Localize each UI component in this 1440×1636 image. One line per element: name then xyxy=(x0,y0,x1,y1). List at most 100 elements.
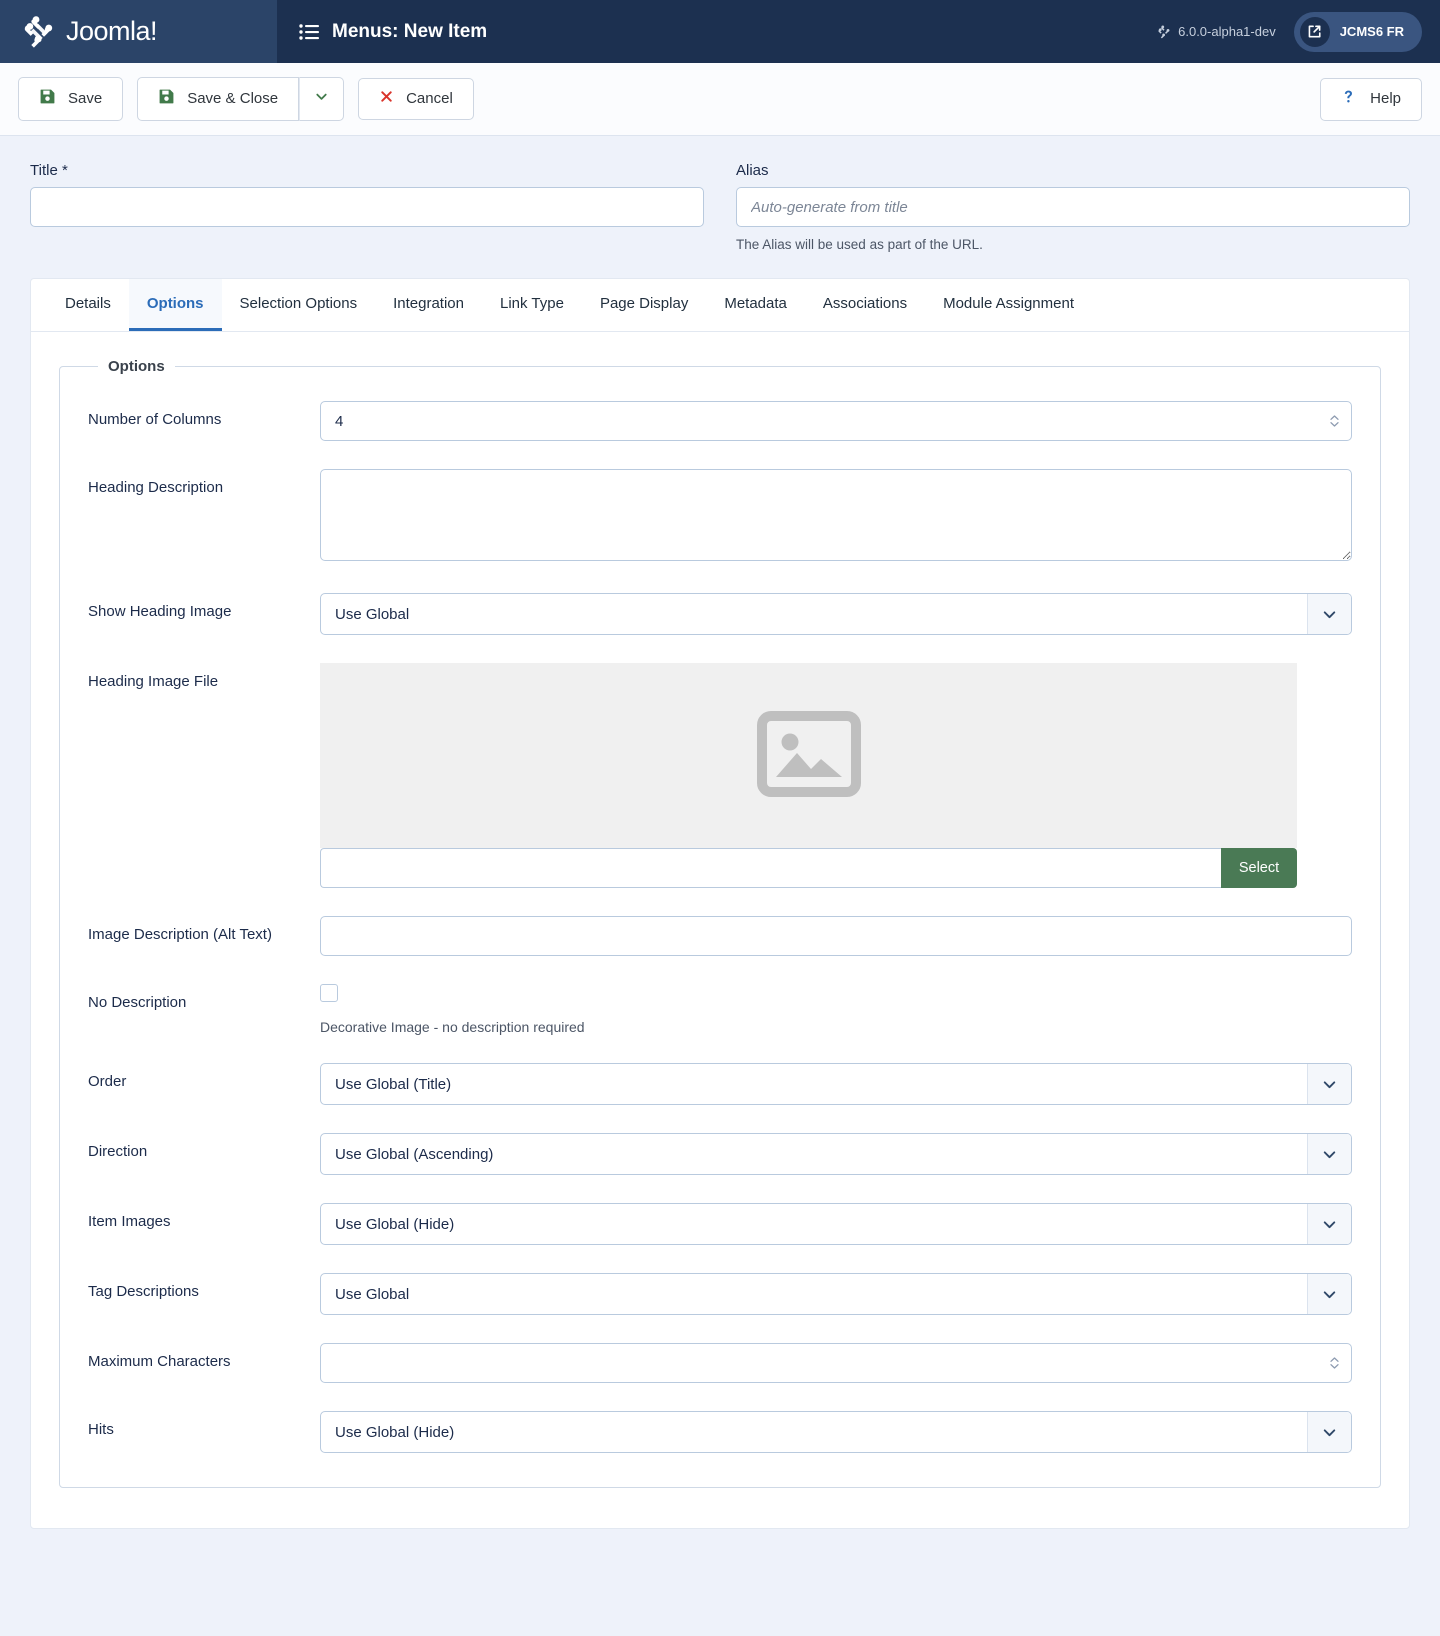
number-stepper-icon[interactable] xyxy=(1329,1355,1340,1371)
chevron-down-icon xyxy=(1307,1064,1351,1104)
title-label: Title * xyxy=(30,162,68,179)
direction-select[interactable]: Use Global (Ascending) xyxy=(320,1133,1352,1175)
version-label: 6.0.0-alpha1-dev xyxy=(1178,24,1276,39)
question-mark-icon xyxy=(1341,89,1356,110)
tag-descriptions-select[interactable]: Use Global xyxy=(320,1273,1352,1315)
editor-card: Details Options Selection Options Integr… xyxy=(30,278,1410,1529)
page-title: Menus: New Item xyxy=(332,20,488,42)
media-preview[interactable] xyxy=(320,663,1297,848)
heading-image-file-label: Heading Image File xyxy=(88,673,219,690)
tab-metadata[interactable]: Metadata xyxy=(706,279,805,331)
hits-select[interactable]: Use Global (Hide) xyxy=(320,1411,1352,1453)
media-input-bar: Select xyxy=(320,848,1297,888)
select-image-button[interactable]: Select xyxy=(1221,848,1297,888)
field-row-no-description: No Description Decorative Image - no des… xyxy=(88,984,1352,1035)
help-button[interactable]: Help xyxy=(1320,77,1422,121)
save-label: Save xyxy=(68,90,103,107)
close-icon xyxy=(379,89,394,109)
number-of-columns-label: Number of Columns xyxy=(88,411,222,428)
field-row-hits: Hits Use Global (Hide) xyxy=(88,1411,1352,1453)
heading-image-file-input[interactable] xyxy=(320,848,1221,888)
heading-description-textarea[interactable] xyxy=(320,469,1352,561)
tab-details[interactable]: Details xyxy=(47,279,129,331)
tag-descriptions-value: Use Global xyxy=(335,1285,410,1303)
tab-selection-options[interactable]: Selection Options xyxy=(222,279,376,331)
alias-input[interactable] xyxy=(736,187,1410,227)
maximum-characters-input[interactable] xyxy=(320,1343,1352,1383)
menu-list-icon xyxy=(299,23,319,40)
heading-description-control xyxy=(320,469,1352,565)
image-description-label: Image Description (Alt Text) xyxy=(88,926,272,943)
direction-label: Direction xyxy=(88,1143,148,1160)
version-indicator: 6.0.0-alpha1-dev xyxy=(1157,24,1276,39)
order-control: Use Global (Title) xyxy=(320,1063,1352,1105)
alias-field-group: Alias The Alias will be used as part of … xyxy=(736,162,1410,252)
chevron-down-icon xyxy=(1307,594,1351,634)
image-description-control xyxy=(320,916,1352,956)
number-of-columns-input[interactable] xyxy=(320,401,1352,441)
image-placeholder-icon xyxy=(756,710,861,801)
alias-help-text: The Alias will be used as part of the UR… xyxy=(736,237,983,252)
top-bar: Joomla! Menus: New Item 6.0.0-alpha1-dev xyxy=(0,0,1440,63)
save-button[interactable]: Save xyxy=(18,77,124,121)
no-description-checkbox[interactable] xyxy=(320,984,338,1002)
item-images-control: Use Global (Hide) xyxy=(320,1203,1352,1245)
field-row-direction: Direction Use Global (Ascending) xyxy=(88,1133,1352,1175)
field-row-image-description: Image Description (Alt Text) xyxy=(88,916,1352,956)
title-field-group: Title * xyxy=(30,162,704,252)
hits-value: Use Global (Hide) xyxy=(335,1423,455,1441)
order-value: Use Global (Title) xyxy=(335,1075,452,1093)
brand-logo[interactable]: Joomla! xyxy=(0,0,277,63)
maximum-characters-control xyxy=(320,1343,1352,1383)
image-description-input[interactable] xyxy=(320,916,1352,956)
page-title-group: Menus: New Item xyxy=(277,0,487,63)
chevron-down-icon xyxy=(1307,1134,1351,1174)
save-close-group: Save & Close xyxy=(137,77,345,121)
title-input[interactable] xyxy=(30,187,704,227)
show-heading-image-select[interactable]: Use Global xyxy=(320,593,1352,635)
options-legend: Options xyxy=(108,358,165,375)
joomla-logo-icon xyxy=(24,15,53,48)
cancel-button[interactable]: Cancel xyxy=(358,78,474,120)
no-description-help-text: Decorative Image - no description requir… xyxy=(320,1019,585,1035)
media-picker: Select xyxy=(320,663,1297,888)
no-description-control: Decorative Image - no description requir… xyxy=(320,984,1352,1035)
options-panel: Options Number of Columns Heading Descri xyxy=(31,332,1409,1528)
tab-options[interactable]: Options xyxy=(128,279,222,331)
chevron-down-icon xyxy=(1307,1274,1351,1314)
field-row-heading-image-file: Heading Image File Select xyxy=(88,663,1352,888)
tab-associations[interactable]: Associations xyxy=(805,279,925,331)
item-images-select[interactable]: Use Global (Hide) xyxy=(320,1203,1352,1245)
hits-control: Use Global (Hide) xyxy=(320,1411,1352,1453)
action-toolbar: Save Save & Close Cancel Help xyxy=(0,63,1440,136)
direction-control: Use Global (Ascending) xyxy=(320,1133,1352,1175)
tag-descriptions-control: Use Global xyxy=(320,1273,1352,1315)
tab-integration[interactable]: Integration xyxy=(375,279,482,331)
save-dropdown-toggle[interactable] xyxy=(299,77,345,121)
hits-label: Hits xyxy=(88,1421,114,1438)
field-row-maximum-characters: Maximum Characters xyxy=(88,1343,1352,1383)
alias-label: Alias xyxy=(736,162,769,179)
save-icon xyxy=(158,88,175,110)
field-row-order: Order Use Global (Title) xyxy=(88,1063,1352,1105)
field-row-tag-descriptions: Tag Descriptions Use Global xyxy=(88,1273,1352,1315)
chevron-down-icon xyxy=(1307,1204,1351,1244)
site-preview-button[interactable]: JCMS6 FR xyxy=(1293,11,1422,52)
heading-description-label: Heading Description xyxy=(88,479,224,496)
order-select[interactable]: Use Global (Title) xyxy=(320,1063,1352,1105)
number-of-columns-control xyxy=(320,401,1352,441)
tag-descriptions-label: Tag Descriptions xyxy=(88,1283,199,1300)
tab-page-display[interactable]: Page Display xyxy=(582,279,706,331)
number-stepper-icon[interactable] xyxy=(1329,413,1340,429)
tab-module-assignment[interactable]: Module Assignment xyxy=(925,279,1092,331)
chevron-down-icon xyxy=(314,89,329,109)
tab-link-type[interactable]: Link Type xyxy=(482,279,582,331)
field-row-heading-description: Heading Description xyxy=(88,469,1352,565)
maximum-characters-label: Maximum Characters xyxy=(88,1353,231,1370)
show-heading-image-value: Use Global xyxy=(335,605,410,623)
save-and-close-button[interactable]: Save & Close xyxy=(137,77,300,121)
no-description-label: No Description xyxy=(88,994,187,1011)
item-images-label: Item Images xyxy=(88,1213,171,1230)
help-label: Help xyxy=(1370,90,1401,107)
chevron-down-icon xyxy=(1307,1412,1351,1452)
